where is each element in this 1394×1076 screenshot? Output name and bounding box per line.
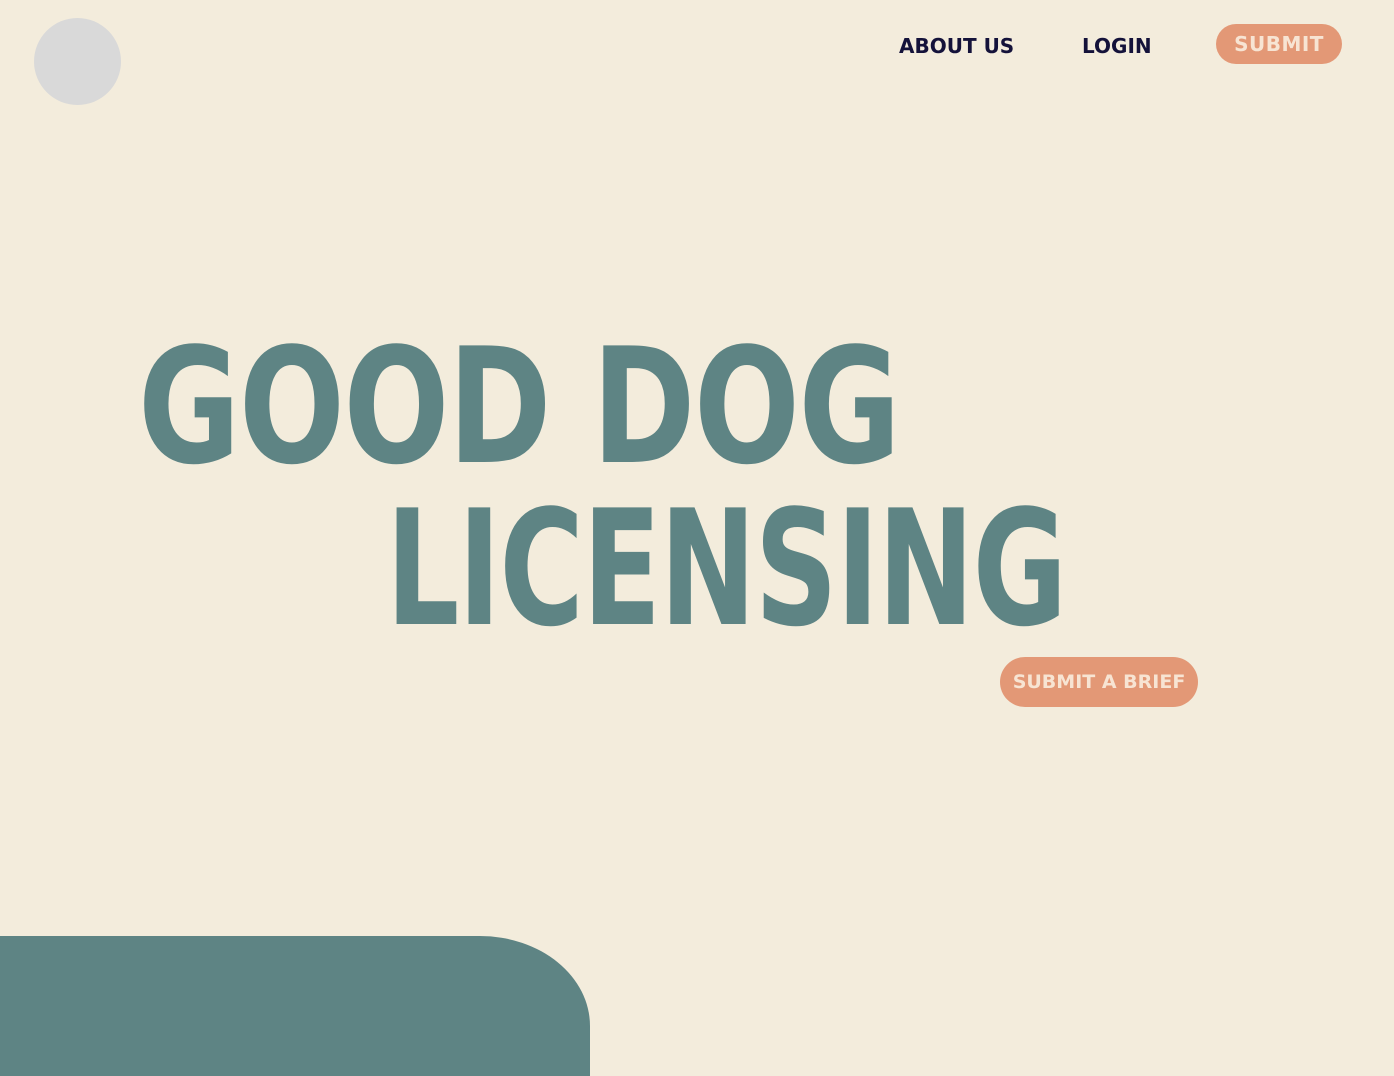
nav-login-link[interactable]: LOGIN [1082,32,1152,60]
hero-title-line-1: GOOD DOG [138,313,901,500]
logo-placeholder[interactable] [34,18,121,105]
decorative-bottom-shape [0,936,590,1076]
hero-title-line-2: LICENSING [386,475,1067,662]
nav-about-us-link[interactable]: ABOUT US [899,32,1014,60]
submit-button[interactable]: SUBMIT [1216,24,1342,64]
submit-a-brief-button[interactable]: SUBMIT A BRIEF [1000,657,1198,707]
